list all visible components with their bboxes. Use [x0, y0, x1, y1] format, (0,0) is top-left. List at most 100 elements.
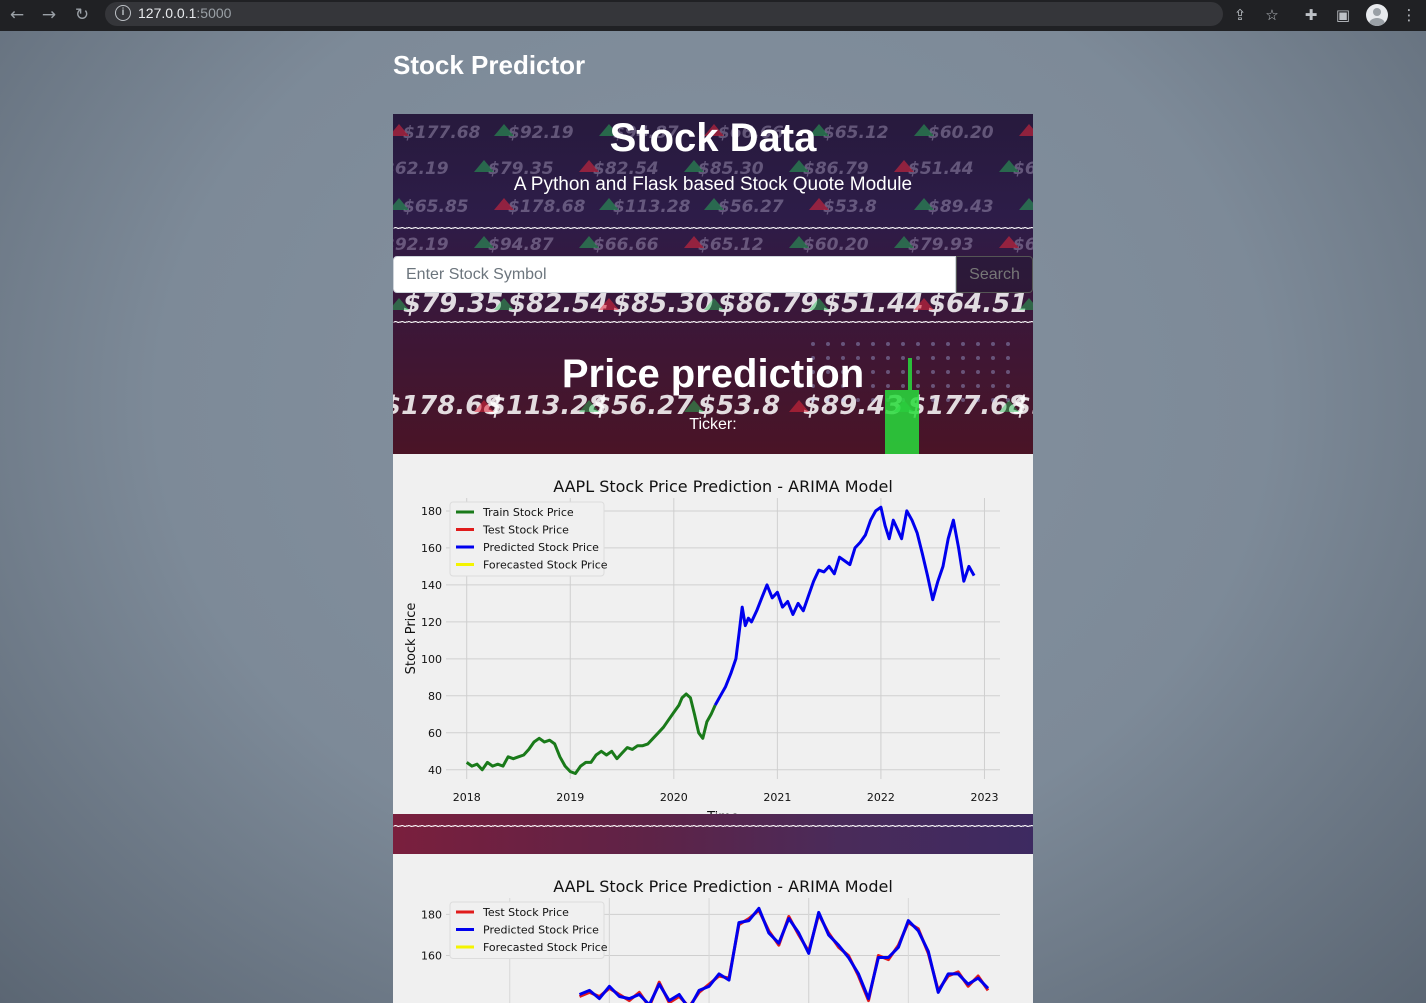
divider-bottom: ~~~~~~~~~~~~~~~~~~~~~~~~~~~~~~~~~~~~~~~~…: [393, 822, 1033, 832]
prediction-chart-2: AAPL Stock Price Prediction - ARIMA Mode…: [393, 854, 1033, 1003]
led-dot: [991, 398, 995, 402]
y-tick-label: 100: [421, 653, 442, 666]
x-tick-label: 2022: [867, 791, 895, 804]
main-container: $177.68$92.19$94.87$66.66$65.12$60.20$79…: [393, 114, 1033, 1003]
ticker-price-text: $56.27: [718, 197, 784, 217]
url-port: :5000: [196, 5, 232, 21]
ticker-price-text: $66.66: [593, 235, 659, 255]
ticker-price-text: $60.20: [803, 235, 869, 255]
navbar-brand[interactable]: Stock Predictor: [393, 50, 585, 81]
url-text: 127.0.0.1:5000: [138, 5, 231, 21]
divider-band: ~~~~~~~~~~~~~~~~~~~~~~~~~~~~~~~~~~~~~~~~…: [393, 814, 1033, 854]
ticker-price-text: $79.35: [403, 289, 503, 319]
series-line: [465, 692, 717, 775]
led-dot: [976, 398, 980, 402]
stock-symbol-input[interactable]: [393, 256, 956, 293]
led-dot: [826, 342, 830, 346]
led-dot: [961, 398, 965, 402]
led-dot: [856, 342, 860, 346]
profile-avatar-icon[interactable]: [1366, 4, 1388, 26]
y-tick-label: 120: [421, 616, 442, 629]
browser-toolbar: ← → ↻ i 127.0.0.1:5000 ⇪ ☆ ✚ ▣ ⋮: [0, 0, 1426, 31]
led-dot: [946, 342, 950, 346]
legend-label: Forecasted Stock Price: [483, 559, 608, 572]
led-dot: [841, 398, 845, 402]
prediction-chart-1: AAPL Stock Price Prediction - ARIMA Mode…: [393, 454, 1033, 825]
search-button[interactable]: Search: [956, 256, 1033, 293]
led-dot: [1006, 342, 1010, 346]
x-tick-label: 2021: [763, 791, 791, 804]
led-dot: [1006, 398, 1010, 402]
led-dot: [811, 342, 815, 346]
browser-menu-icon[interactable]: ⋮: [1398, 4, 1420, 26]
x-tick-label: 2019: [556, 791, 584, 804]
legend-label: Test Stock Price: [482, 524, 569, 537]
legend-label: Predicted Stock Price: [483, 541, 599, 554]
y-tick-label: 160: [421, 949, 442, 962]
ticker-price-text: $85.30: [613, 289, 713, 319]
legend-label: Test Stock Price: [482, 906, 569, 919]
chart-title: AAPL Stock Price Prediction - ARIMA Mode…: [553, 877, 893, 896]
x-tick-label: 2018: [453, 791, 481, 804]
ticker-price-text: $94.87: [488, 235, 554, 255]
led-dot: [871, 342, 875, 346]
hero-subtitle: A Python and Flask based Stock Quote Mod…: [513, 174, 913, 195]
ticker-price-text: $92.19: [393, 235, 449, 255]
extensions-puzzle-icon[interactable]: ✚: [1300, 4, 1322, 26]
led-dot: [916, 342, 920, 346]
ticker-price-text: $86.79: [718, 289, 818, 319]
y-axis-label: Stock Price: [404, 603, 419, 675]
back-arrow-icon[interactable]: ←: [6, 4, 28, 26]
y-tick-label: 180: [421, 505, 442, 518]
y-tick-label: 180: [421, 908, 442, 921]
led-dot: [811, 398, 815, 402]
side-panel-icon[interactable]: ▣: [1332, 4, 1354, 26]
ticker-price-text: $79.93: [908, 235, 974, 255]
led-dot: [961, 342, 965, 346]
series-line: [578, 908, 990, 1003]
led-dot: [991, 342, 995, 346]
site-info-icon[interactable]: i: [115, 5, 131, 21]
led-dot: [886, 342, 890, 346]
x-tick-label: 2020: [660, 791, 688, 804]
led-dot: [931, 342, 935, 346]
led-dot: [826, 398, 830, 402]
ticker-price-text: $65.85: [403, 197, 469, 217]
ticker-price-text: $178.68: [508, 197, 586, 217]
led-dot: [856, 398, 860, 402]
divider-middle: ~~~~~~~~~~~~~~~~~~~~~~~~~~~~~~~~~~~~~~~~…: [393, 318, 1033, 328]
bookmark-star-icon[interactable]: ☆: [1261, 4, 1283, 26]
chart-1-svg: AAPL Stock Price Prediction - ARIMA Mode…: [404, 477, 1000, 825]
y-tick-label: 40: [428, 764, 442, 777]
hero-jumbotron: $177.68$92.19$94.87$66.66$65.12$60.20$79…: [393, 114, 1033, 454]
address-bar[interactable]: i 127.0.0.1:5000: [105, 2, 1223, 26]
legend-label: Train Stock Price: [482, 506, 574, 519]
legend-label: Forecasted Stock Price: [483, 941, 608, 954]
chart-title: AAPL Stock Price Prediction - ARIMA Mode…: [553, 477, 893, 496]
ticker-price-text: $51.44: [823, 289, 923, 319]
hero-title: Stock Data: [609, 116, 817, 160]
ticker-label: Ticker:: [689, 416, 737, 433]
ticker-arrow-icon: [1019, 198, 1033, 210]
y-tick-label: 160: [421, 542, 442, 555]
ticker-price-text: $65.12: [698, 235, 764, 255]
y-tick-label: 140: [421, 579, 442, 592]
y-tick-label: 80: [428, 690, 442, 703]
led-dot: [901, 342, 905, 346]
divider-top: ~~~~~~~~~~~~~~~~~~~~~~~~~~~~~~~~~~~~~~~~…: [393, 224, 1033, 234]
prediction-title: Price prediction: [561, 352, 865, 396]
share-icon[interactable]: ⇪: [1229, 4, 1251, 26]
ticker-price-text: $82.54: [508, 289, 608, 319]
ticker-price-text: $89.43: [928, 197, 994, 217]
led-dot: [976, 342, 980, 346]
url-host: 127.0.0.1: [138, 5, 197, 21]
led-dot: [841, 342, 845, 346]
legend-label: Predicted Stock Price: [483, 924, 599, 937]
ticker-price-text: $53.8: [823, 197, 877, 217]
y-tick-label: 60: [428, 727, 442, 740]
led-dot: [931, 398, 935, 402]
chart-2-svg: AAPL Stock Price Prediction - ARIMA Mode…: [421, 877, 1000, 1003]
forward-arrow-icon[interactable]: →: [38, 4, 60, 26]
led-dot: [871, 398, 875, 402]
reload-icon[interactable]: ↻: [71, 4, 93, 26]
